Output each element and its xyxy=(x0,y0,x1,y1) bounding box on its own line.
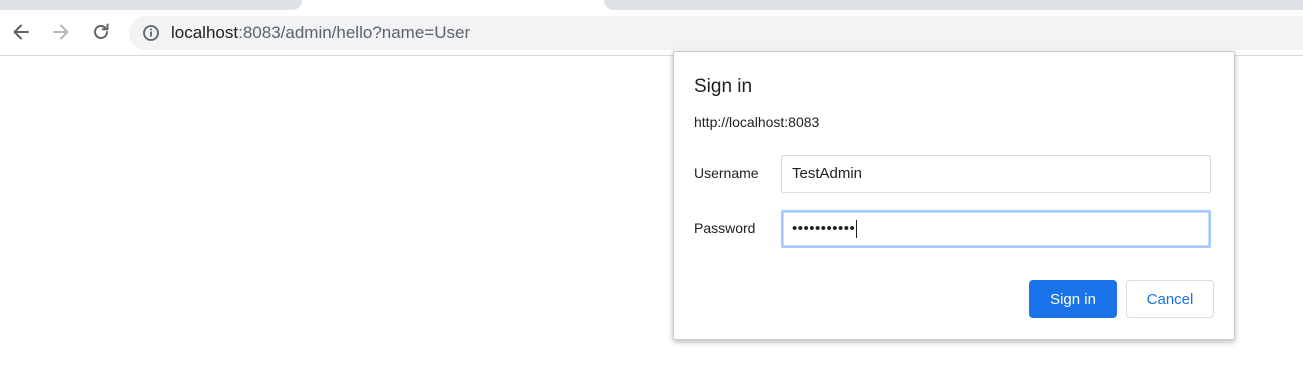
username-value: TestAdmin xyxy=(792,165,863,182)
arrow-left-icon xyxy=(13,24,29,40)
browser-toolbar: localhost:8083/admin/hello?name=User xyxy=(0,10,1303,56)
url-text[interactable]: localhost:8083/admin/hello?name=User xyxy=(171,23,470,43)
text-caret xyxy=(856,220,858,239)
inactive-tab-right[interactable] xyxy=(604,0,1303,10)
sign-in-button[interactable]: Sign in xyxy=(1029,280,1117,318)
url-path: :8083/admin/hello?name=User xyxy=(238,23,471,42)
dialog-origin: http://localhost:8083 xyxy=(694,114,820,130)
cancel-button[interactable]: Cancel xyxy=(1126,280,1214,318)
url-host: localhost xyxy=(171,23,239,42)
reload-button[interactable] xyxy=(90,21,112,43)
password-field[interactable]: ••••••••••• xyxy=(781,210,1211,248)
password-label: Password xyxy=(694,220,756,236)
address-bar[interactable]: localhost:8083/admin/hello?name=User xyxy=(129,16,1303,50)
password-value: ••••••••••• xyxy=(792,220,856,237)
info-icon[interactable] xyxy=(142,24,160,42)
forward-button[interactable] xyxy=(50,21,72,43)
dialog-title: Sign in xyxy=(694,76,753,97)
tab-strip xyxy=(0,0,1303,10)
sign-in-dialog: Sign in http://localhost:8083 Username T… xyxy=(673,51,1235,340)
reload-icon xyxy=(94,23,109,39)
username-label: Username xyxy=(694,165,759,181)
back-button[interactable] xyxy=(10,21,32,43)
inactive-tab-left[interactable] xyxy=(0,0,302,10)
arrow-right-icon xyxy=(53,24,69,40)
username-field[interactable]: TestAdmin xyxy=(781,155,1211,193)
